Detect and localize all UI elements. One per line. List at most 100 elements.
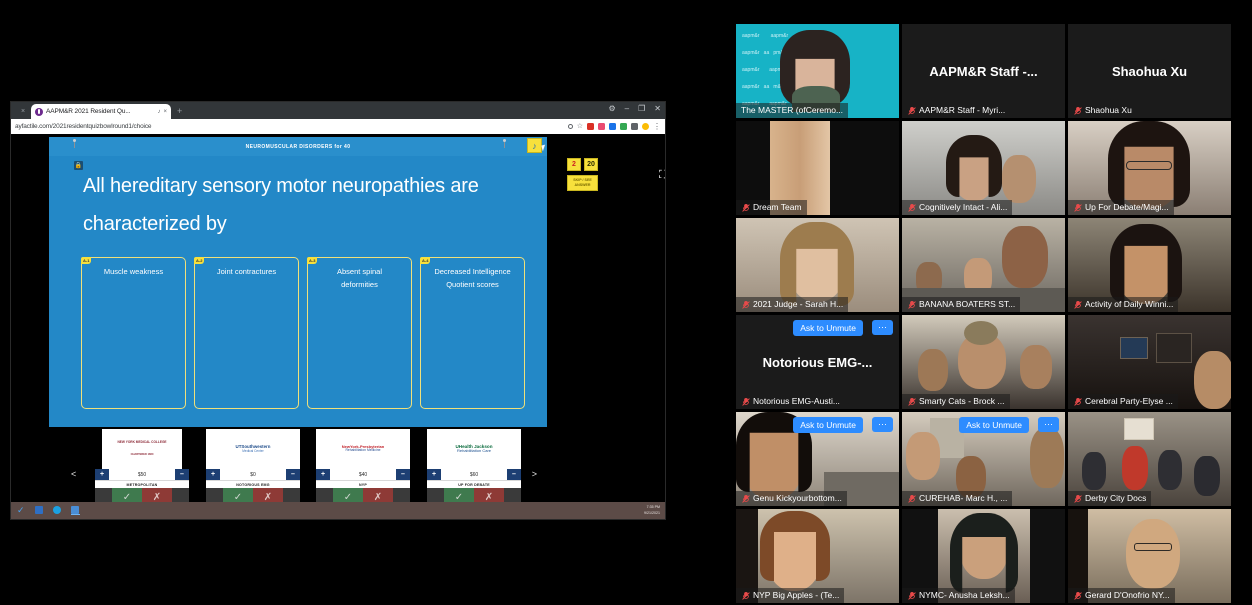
participant-name: Activity of Daily Winni...: [1085, 299, 1174, 309]
participant-tile[interactable]: Ask to Unmute ··· Genu Kickyourbottom...: [736, 412, 899, 506]
score-increase-button[interactable]: +: [316, 469, 330, 480]
participant-tile[interactable]: Activity of Daily Winni...: [1068, 218, 1231, 312]
participant-label: Activity of Daily Winni...: [1068, 297, 1179, 312]
url-text: ayfactile.com/2021residentquizbowlround1…: [15, 123, 152, 130]
team-card-3: NewYork-Presbyterian Rehabilitation Medi…: [316, 429, 410, 507]
close-button[interactable]: ✕: [654, 104, 661, 113]
participant-label: Cognitively Intact - Ali...: [902, 200, 1013, 215]
lock-icon[interactable]: 🔒: [74, 161, 83, 170]
maximize-button[interactable]: ❐: [638, 104, 645, 113]
score-increase-button[interactable]: +: [95, 469, 109, 480]
participant-tile[interactable]: Gerard D'Onofrio NY...: [1068, 509, 1231, 603]
muted-microphone-icon: [741, 494, 750, 503]
extension-pink-icon[interactable]: [598, 123, 605, 130]
score-decrease-button[interactable]: –: [396, 469, 410, 480]
fullscreen-expand-icon[interactable]: ⛶: [659, 170, 665, 181]
edge-icon[interactable]: [53, 506, 62, 515]
teams-prev-arrow[interactable]: <: [71, 469, 76, 479]
participant-tile[interactable]: Up For Debate/Magi...: [1068, 121, 1231, 215]
participant-tile[interactable]: Shaohua Xu Shaohua Xu: [1068, 24, 1231, 118]
ask-to-unmute-button[interactable]: Ask to Unmute: [793, 320, 863, 336]
score-decrease-button[interactable]: –: [507, 469, 521, 480]
participant-tile[interactable]: Ask to Unmute ··· CUREHAB- Marc H., ...: [902, 412, 1065, 506]
muted-microphone-icon: [907, 106, 916, 115]
participant-name: AAPM&R Staff - Myri...: [919, 105, 1006, 115]
extension-pin-icon[interactable]: [631, 123, 638, 130]
more-options-icon[interactable]: ···: [872, 417, 893, 432]
search-icon[interactable]: [567, 124, 573, 129]
score-decrease-button[interactable]: –: [175, 469, 189, 480]
participant-name: Cognitively Intact - Ali...: [919, 202, 1008, 212]
browser-tab-active[interactable]: AAPM&R 2021 Resident Qu... ♪ ×: [31, 104, 171, 119]
answer-option-2[interactable]: A-2 Joint contractures: [194, 257, 299, 409]
profile-avatar-icon[interactable]: [642, 123, 649, 130]
counter-row: 2 20: [567, 158, 603, 171]
participant-tile[interactable]: Cognitively Intact - Ali...: [902, 121, 1065, 215]
participant-tile[interactable]: Dream Team: [736, 121, 899, 215]
participant-tile[interactable]: NYMC- Anusha Leksh...: [902, 509, 1065, 603]
tab-close-icon[interactable]: ×: [163, 109, 167, 115]
participant-tile[interactable]: Smarty Cats - Brock ...: [902, 315, 1065, 409]
participant-label: The MASTER (ofCeremo...: [736, 103, 849, 118]
factile-game-board: NEUROMUSCULAR DISORDERS for 40 ♪ 🔒 All h…: [49, 137, 547, 427]
participant-label: 2021 Judge - Sarah H...: [736, 297, 849, 312]
bookmark-star-icon[interactable]: ☆: [577, 123, 583, 130]
app-window-icon[interactable]: [71, 506, 80, 515]
new-tab-button[interactable]: +: [177, 104, 182, 119]
minimize-button[interactable]: –: [625, 104, 629, 113]
sound-note-button[interactable]: ♪: [527, 138, 542, 153]
outlook-icon[interactable]: [35, 506, 44, 515]
extension-red-icon[interactable]: [587, 123, 594, 130]
team-score-value: $0: [220, 469, 286, 480]
participant-tile[interactable]: aapm&r aapm&r aapm&r aa pm&r aapm&r aapm&r…: [736, 24, 899, 118]
clock-date: 9/21/2021: [644, 510, 660, 515]
participant-label: BANANA BOATERS ST...: [902, 297, 1021, 312]
participant-tile[interactable]: NYP Big Apples - (Te...: [736, 509, 899, 603]
pin-left-icon: [72, 139, 77, 148]
participant-label: Cerebral Party-Elyse ...: [1068, 394, 1178, 409]
extension-green-icon[interactable]: [620, 123, 627, 130]
ask-to-unmute-button[interactable]: Ask to Unmute: [793, 417, 863, 433]
score-decrease-button[interactable]: –: [286, 469, 300, 480]
answer-option-3[interactable]: A-3 Absent spinal deformities: [307, 257, 412, 409]
score-increase-button[interactable]: +: [206, 469, 220, 480]
participant-tile[interactable]: 2021 Judge - Sarah H...: [736, 218, 899, 312]
answer-option-1[interactable]: A-1 Muscle weakness: [81, 257, 186, 409]
team-card-4: UHealth Jackson Rehabilitation Care + $6…: [427, 429, 521, 507]
teams-next-arrow[interactable]: >: [532, 469, 537, 479]
browser-omnibox[interactable]: ayfactile.com/2021residentquizbowlround1…: [11, 119, 665, 134]
todo-check-icon[interactable]: ✓: [17, 506, 26, 515]
participant-tile[interactable]: Derby City Docs: [1068, 412, 1231, 506]
settings-gear-icon[interactable]: ⚙: [609, 104, 616, 113]
extension-blue-icon[interactable]: [609, 123, 616, 130]
answer-options: A-1 Muscle weakness A-2 Joint contractur…: [81, 257, 525, 409]
participant-tile[interactable]: Cerebral Party-Elyse ...: [1068, 315, 1231, 409]
team-logo: NEW YORK MEDICAL COLLEGE CHARTERED 1860: [102, 429, 182, 469]
muted-microphone-icon: [907, 494, 916, 503]
chrome-menu-icon[interactable]: ⋮: [653, 122, 661, 131]
participant-tile[interactable]: AAPM&R Staff -... AAPM&R Staff - Myri...: [902, 24, 1065, 118]
screen: × AAPM&R 2021 Resident Qu... ♪ × + ⚙ – ❐…: [0, 0, 1252, 605]
tab-title: AAPM&R 2021 Resident Qu...: [46, 108, 131, 115]
score-increase-button[interactable]: +: [427, 469, 441, 480]
more-options-icon[interactable]: ···: [872, 320, 893, 335]
team-logo-line2: Rehabilitation Medicine: [345, 448, 381, 453]
muted-microphone-icon: [1073, 494, 1082, 503]
participant-tile[interactable]: BANANA BOATERS ST...: [902, 218, 1065, 312]
taskbar-clock[interactable]: 7:35 PM 9/21/2021: [644, 505, 665, 515]
tab-ghost-close-icon[interactable]: ×: [15, 104, 31, 119]
skip-see-answer-button[interactable]: SKIP / SEE ANSWER: [567, 175, 598, 191]
muted-microphone-icon: [741, 300, 750, 309]
participant-label: Shaohua Xu: [1068, 103, 1137, 118]
answer-option-4[interactable]: A-4 Decreased Intelligence Quotient scor…: [420, 257, 525, 409]
answer-tag: A-4: [420, 257, 431, 264]
answer-tag: A-3: [307, 257, 318, 264]
tab-audio-icon[interactable]: ♪: [157, 109, 160, 115]
participant-name: Shaohua Xu: [1085, 105, 1132, 115]
ask-to-unmute-button[interactable]: Ask to Unmute: [959, 417, 1029, 433]
participant-name: Smarty Cats - Brock ...: [919, 396, 1005, 406]
more-options-icon[interactable]: ···: [1038, 417, 1059, 432]
participant-tile[interactable]: Notorious EMG-... Ask to Unmute ··· Notorio…: [736, 315, 899, 409]
team-name: METROPOLITAN: [95, 480, 189, 488]
team-name: NOTORIOUS EMG: [206, 480, 300, 488]
